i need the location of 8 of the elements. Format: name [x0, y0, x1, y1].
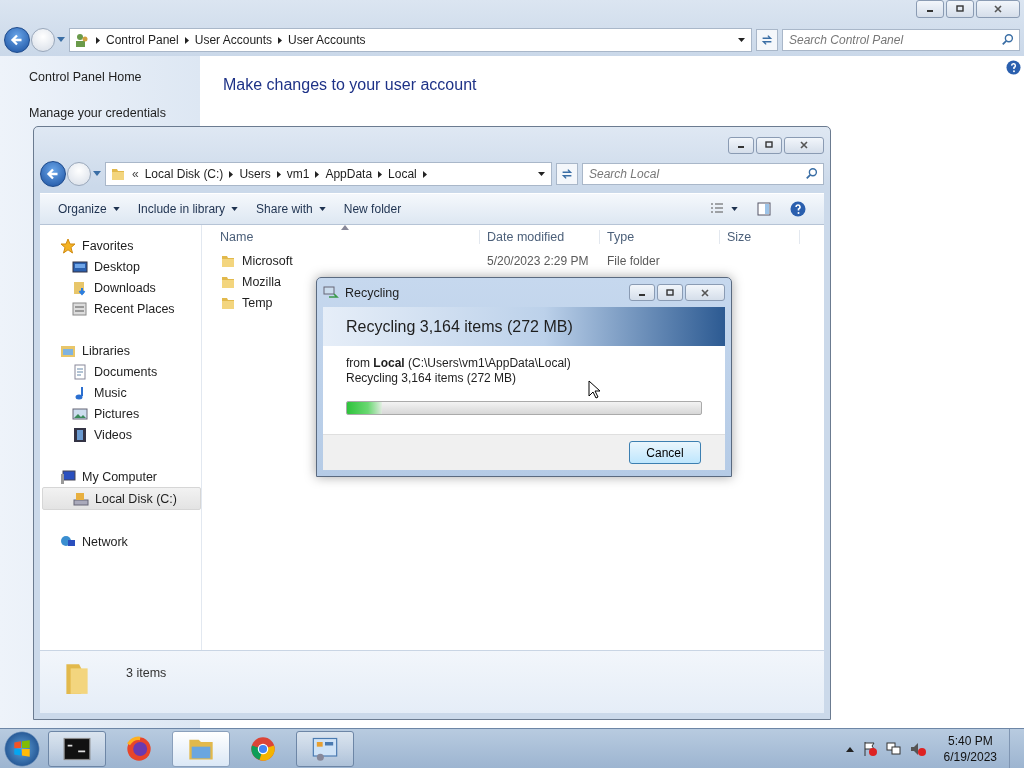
dialog-heading: Recycling 3,164 items (272 MB)	[346, 317, 573, 336]
page-heading: Make changes to your user account	[223, 76, 478, 94]
item-count: 3 items	[126, 666, 167, 680]
table-cell-text: 5/20/2023 2:29 PM	[486, 253, 590, 268]
window-title: Recycling	[345, 285, 400, 300]
table-cell-text: File folder	[606, 253, 661, 268]
status-text: Recycling 3,164 items (272 MB)	[346, 371, 518, 386]
source-text: from Local (C:\Users\vm1\AppData\Local)	[346, 356, 572, 371]
